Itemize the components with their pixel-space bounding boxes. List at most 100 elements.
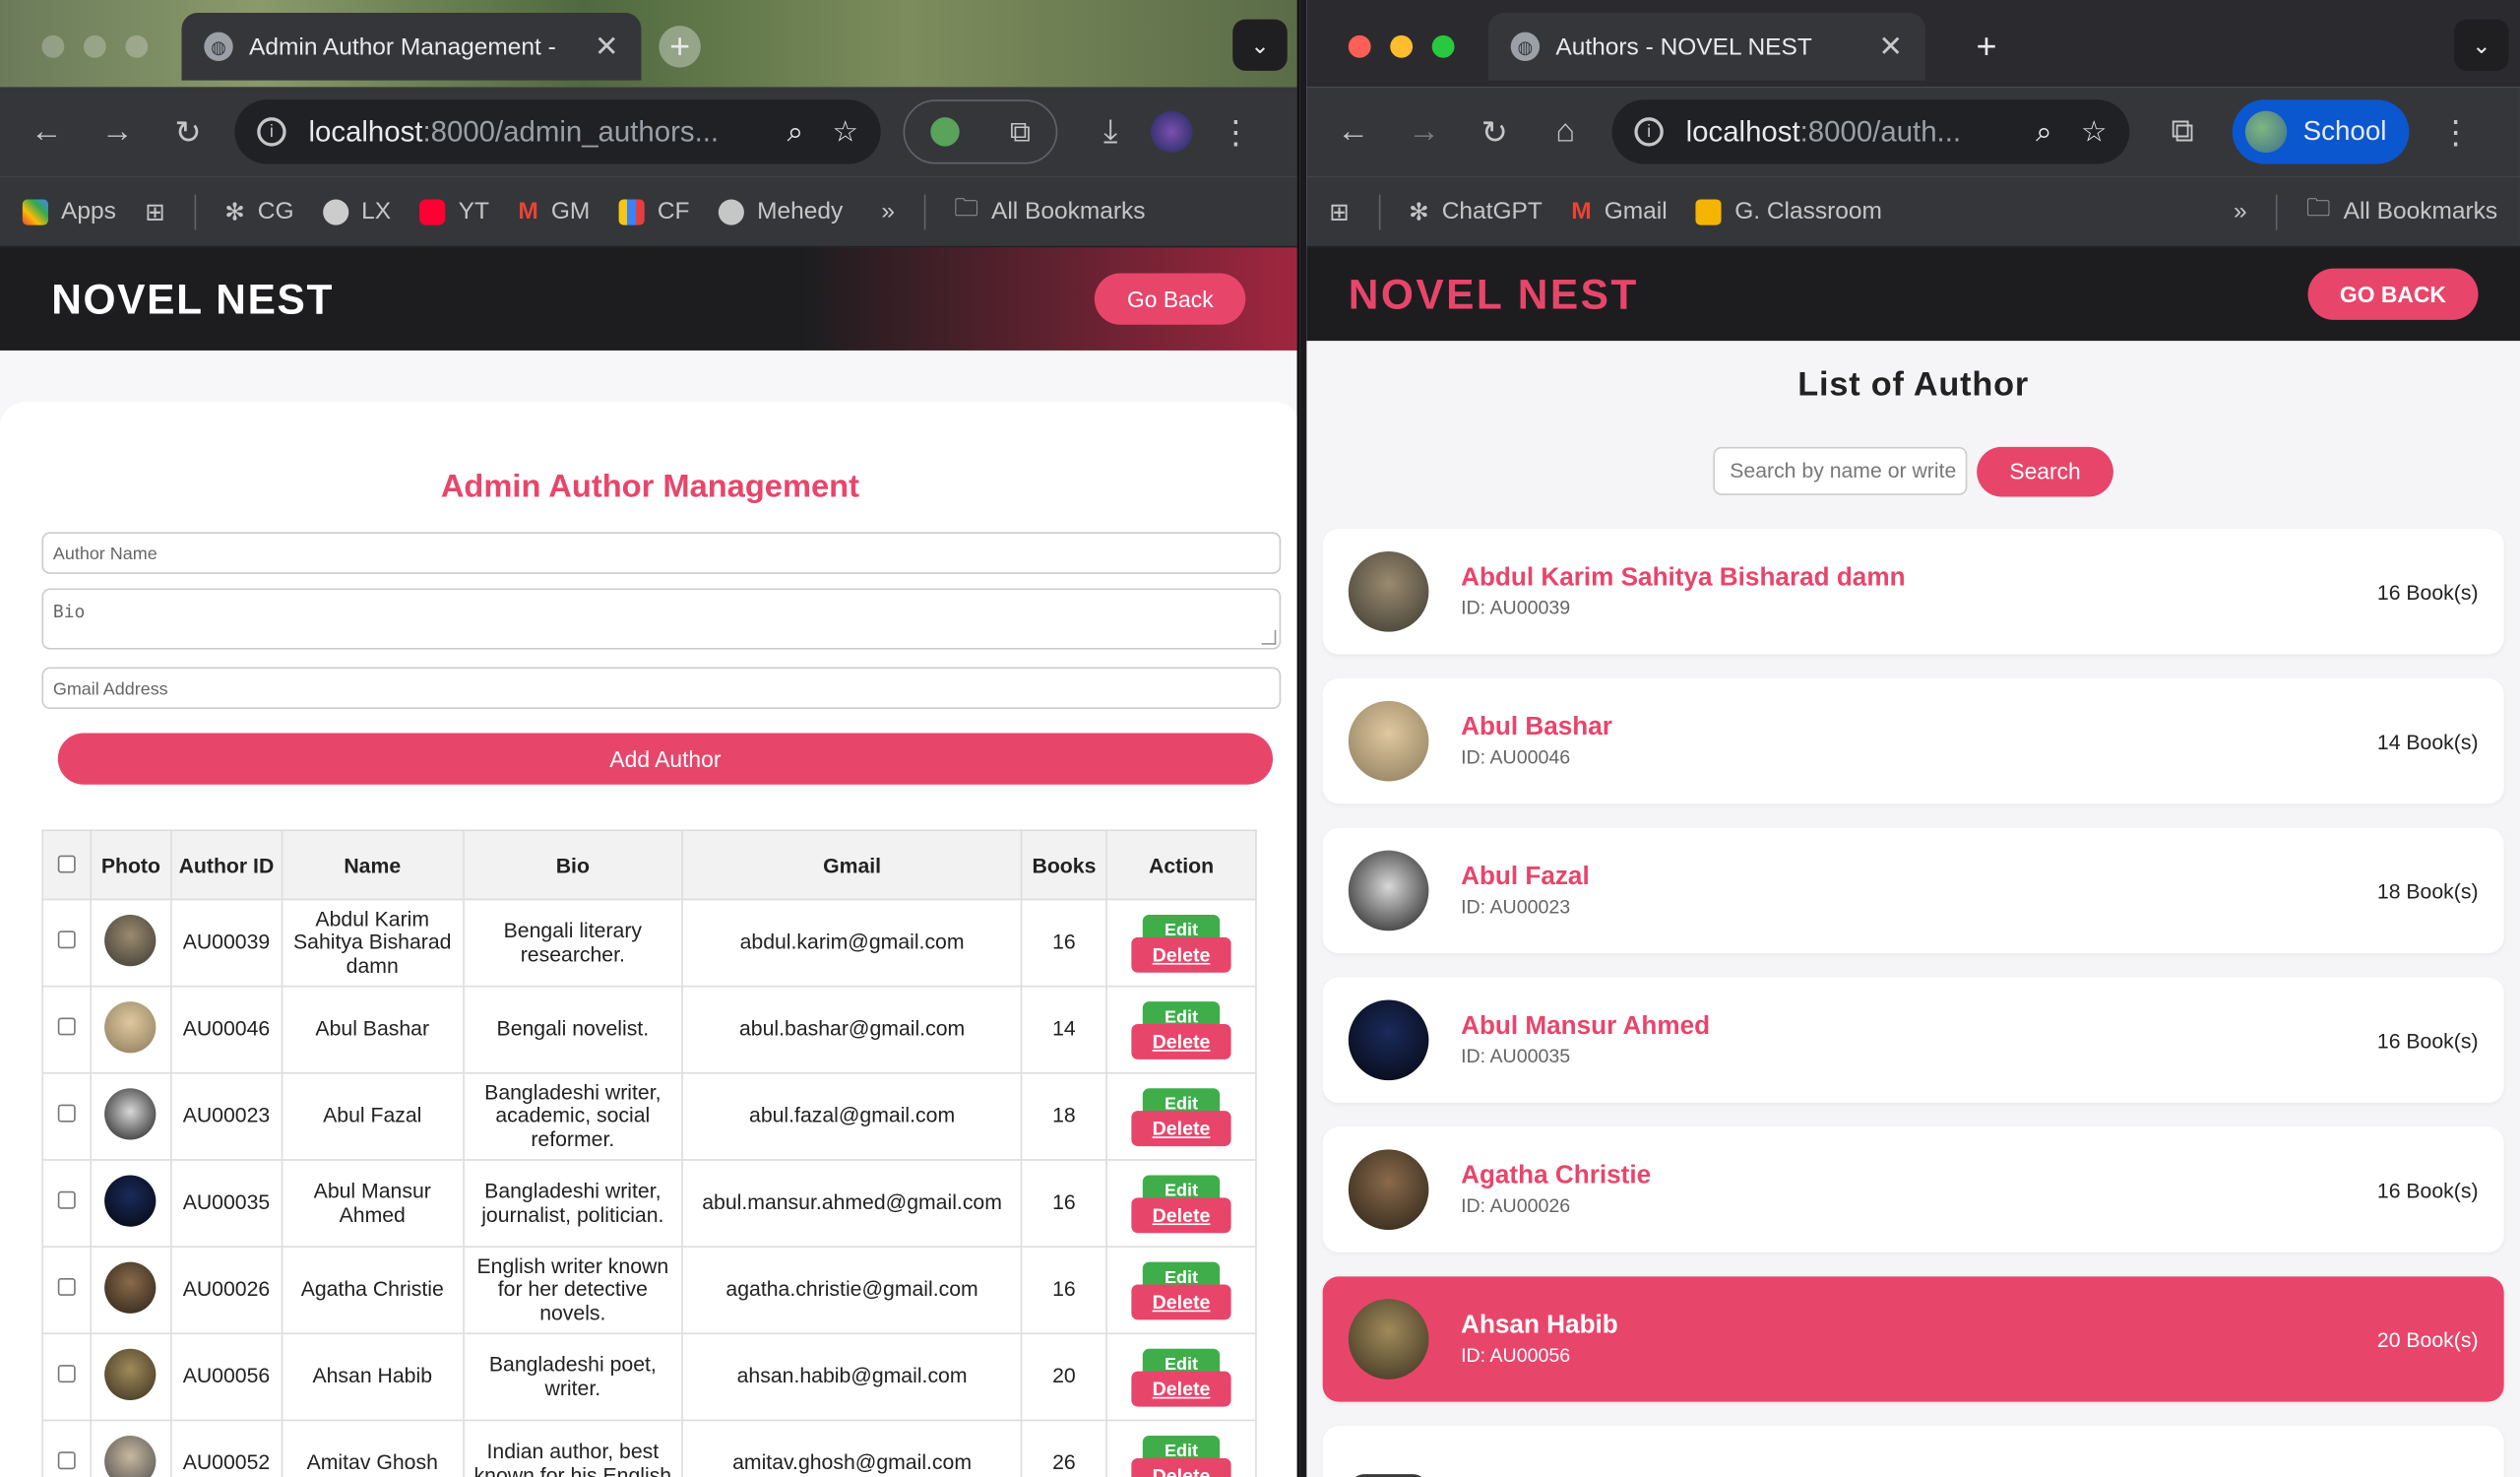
bookmark-all[interactable]: 🗀 All Bookmarks: [954, 191, 1145, 231]
row-checkbox[interactable]: [57, 1018, 76, 1036]
close-icon[interactable]: ✕: [595, 30, 619, 63]
bookmark-all[interactable]: 🗀 All Bookmarks: [2306, 191, 2497, 231]
forward-icon[interactable]: →: [90, 113, 145, 151]
back-icon[interactable]: ←: [20, 113, 75, 151]
author-bio-cell: Indian author, best known for his Englis…: [462, 1419, 684, 1477]
bookmark-lx[interactable]: LX: [322, 198, 391, 225]
reload-icon[interactable]: ↻: [160, 111, 216, 152]
go-back-button[interactable]: GO BACK: [2307, 268, 2479, 320]
more-bookmarks-icon[interactable]: »: [2234, 198, 2247, 225]
delete-button[interactable]: Delete: [1131, 1196, 1231, 1233]
author-card[interactable]: Agatha Christie ID: AU00026 16 Book(s): [1322, 1126, 2504, 1252]
plus-icon[interactable]: +: [1966, 26, 2007, 67]
maximize-window-button[interactable]: [1431, 34, 1455, 58]
go-back-button[interactable]: Go Back: [1095, 273, 1246, 325]
bookmark-classroom[interactable]: G. Classroom: [1696, 198, 1882, 225]
search-button[interactable]: Search: [1977, 446, 2113, 497]
minimize-window-button[interactable]: [83, 34, 106, 58]
author-card[interactable]: [1322, 1426, 2504, 1477]
author-name-input[interactable]: Author Name: [41, 532, 1282, 574]
search-input[interactable]: Search by name or write: [1713, 446, 1968, 495]
close-window-button[interactable]: [41, 34, 65, 58]
author-name: Ahsan Habib: [1461, 1312, 1618, 1339]
close-window-button[interactable]: [1348, 34, 1371, 58]
url-host: localhost: [308, 114, 423, 148]
row-checkbox[interactable]: [57, 931, 76, 949]
bookmark-grid[interactable]: ⊞: [1329, 197, 1350, 226]
page-title: List of Author: [1797, 366, 2030, 404]
add-author-button[interactable]: Add Author: [57, 733, 1274, 785]
row-checkbox[interactable]: [57, 1191, 76, 1210]
menu-icon[interactable]: ⋮: [1209, 111, 1264, 152]
author-avatar: [1348, 999, 1429, 1081]
author-card[interactable]: Abul Bashar ID: AU00046 14 Book(s): [1322, 677, 2504, 804]
select-all-checkbox[interactable]: [57, 854, 76, 872]
delete-button[interactable]: Delete: [1131, 936, 1231, 972]
forward-icon[interactable]: →: [1397, 113, 1452, 151]
extension-icon[interactable]: [929, 117, 960, 147]
avatar[interactable]: [1150, 110, 1193, 154]
bookmark-gm[interactable]: M GM: [518, 198, 590, 225]
author-gmail-cell: abul.mansur.ahmed@gmail.com: [681, 1159, 1023, 1248]
bookmark-grid[interactable]: ⊞: [145, 197, 165, 226]
extension-icon[interactable]: ⧉: [2155, 113, 2210, 151]
author-id-cell: AU00023: [169, 1071, 284, 1161]
bookmark-mehedy[interactable]: Mehedy: [718, 198, 843, 225]
author-photo: [104, 1175, 158, 1227]
back-icon[interactable]: ←: [1326, 113, 1381, 151]
chevron-down-icon[interactable]: ⌄: [2454, 19, 2509, 71]
delete-button[interactable]: Delete: [1131, 1110, 1231, 1146]
tab-admin-author-management[interactable]: ◍ Admin Author Management - ✕: [181, 13, 642, 81]
puzzle-icon[interactable]: ⧉: [1010, 115, 1031, 149]
bookmark-cg[interactable]: ✻ CG: [224, 197, 293, 226]
column-header: Author ID: [169, 829, 284, 901]
download-icon[interactable]: ⤓: [1083, 113, 1138, 151]
info-icon[interactable]: i: [1634, 117, 1664, 147]
reload-icon[interactable]: ↻: [1468, 111, 1523, 152]
column-header: Gmail: [681, 829, 1023, 901]
address-bar[interactable]: i localhost:8000/auth... ⌕ ☆: [1611, 99, 2130, 164]
book-count: 20 Book(s): [2376, 1326, 2479, 1352]
info-icon[interactable]: i: [257, 117, 286, 147]
address-bar[interactable]: i localhost:8000/admin_authors... ⌕ ☆: [234, 99, 881, 164]
plus-icon[interactable]: +: [659, 26, 701, 68]
zoom-icon[interactable]: ⌕: [2036, 115, 2051, 149]
minimize-window-button[interactable]: [1390, 34, 1414, 58]
row-checkbox[interactable]: [57, 1278, 76, 1297]
bookmark-yt[interactable]: YT: [419, 198, 489, 225]
row-checkbox[interactable]: [57, 1451, 76, 1470]
row-checkbox[interactable]: [57, 1105, 76, 1124]
close-icon[interactable]: ✕: [1878, 30, 1903, 63]
folder-icon: 🗀: [954, 194, 978, 223]
bio-textarea[interactable]: Bio: [41, 588, 1282, 650]
delete-button[interactable]: Delete: [1131, 1370, 1231, 1406]
author-card[interactable]: Abul Mansur Ahmed ID: AU00035 16 Book(s): [1322, 977, 2504, 1103]
row-checkbox[interactable]: [57, 1365, 76, 1383]
author-photo: [104, 1348, 158, 1400]
globe-icon: ◍: [1510, 32, 1541, 62]
profile-button[interactable]: School: [2232, 99, 2410, 164]
star-icon[interactable]: ☆: [2081, 115, 2107, 149]
chatgpt-icon: ✻: [224, 198, 245, 226]
home-icon[interactable]: ⌂: [1538, 113, 1593, 151]
tab-authors[interactable]: ◍ Authors - NOVEL NEST ✕: [1487, 13, 1925, 81]
author-card[interactable]: Abul Fazal ID: AU00023 18 Book(s): [1322, 827, 2504, 954]
menu-icon[interactable]: ⋮: [2428, 111, 2484, 152]
bookmark-chatgpt[interactable]: ✻ ChatGPT: [1409, 197, 1543, 226]
gmail-input[interactable]: Gmail Address: [41, 667, 1282, 709]
author-card-highlighted[interactable]: Ahsan Habib ID: AU00056 20 Book(s): [1322, 1276, 2504, 1402]
window-controls: [41, 34, 149, 58]
bookmark-cf[interactable]: CF: [618, 198, 690, 225]
bookmark-apps[interactable]: Apps: [22, 198, 116, 225]
delete-button[interactable]: Delete: [1131, 1456, 1231, 1477]
delete-button[interactable]: Delete: [1131, 1283, 1231, 1319]
maximize-window-button[interactable]: [125, 34, 149, 58]
more-bookmarks-icon[interactable]: »: [881, 198, 895, 225]
bookmark-gmail[interactable]: M Gmail: [1571, 198, 1667, 225]
chevron-down-icon[interactable]: ⌄: [1232, 19, 1288, 71]
zoom-icon[interactable]: ⌕: [788, 115, 803, 149]
star-icon[interactable]: ☆: [832, 115, 857, 149]
author-card[interactable]: Abdul Karim Sahitya Bisharad damn ID: AU0…: [1322, 529, 2504, 655]
delete-button[interactable]: Delete: [1131, 1023, 1231, 1060]
author-gmail-cell: abul.bashar@gmail.com: [681, 985, 1023, 1074]
